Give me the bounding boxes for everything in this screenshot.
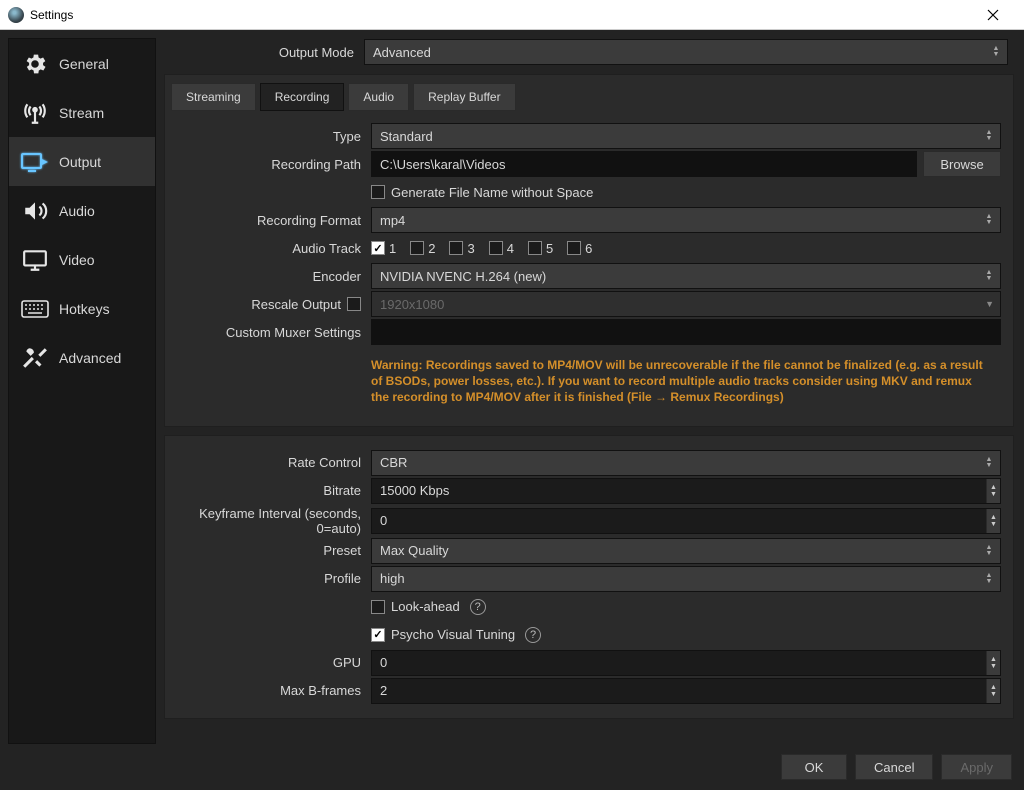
sidebar-item-audio[interactable]: Audio — [9, 186, 155, 235]
sidebar-item-label: Stream — [59, 105, 104, 121]
dialog-buttons: OK Cancel Apply — [781, 754, 1012, 780]
encoder-section: Rate Control CBR▲▼ Bitrate 15000 Kbps▲▼ … — [164, 435, 1014, 719]
speaker-icon — [21, 197, 49, 225]
mp4-warning-text: Warning: Recordings saved to MP4/MOV wil… — [371, 351, 1001, 416]
rescale-output-label: Rescale Output — [251, 297, 341, 312]
output-mode-label: Output Mode — [164, 45, 364, 60]
chevron-down-icon: ▼ — [985, 299, 994, 309]
psycho-visual-checkbox[interactable] — [371, 628, 385, 642]
lookahead-checkbox[interactable] — [371, 600, 385, 614]
number-spinner-icon[interactable]: ▲▼ — [986, 651, 1000, 675]
number-spinner-icon[interactable]: ▲▼ — [986, 679, 1000, 703]
sidebar-item-stream[interactable]: Stream — [9, 88, 155, 137]
type-label: Type — [171, 129, 371, 144]
profile-select[interactable]: high▲▼ — [371, 566, 1001, 592]
output-mode-value: Advanced — [373, 45, 431, 60]
app-logo-icon — [8, 7, 24, 23]
antenna-icon — [21, 99, 49, 127]
window-title: Settings — [30, 8, 73, 22]
sidebar-item-label: Output — [59, 154, 101, 170]
select-spinner-icon: ▲▼ — [982, 124, 996, 148]
rate-control-label: Rate Control — [171, 455, 371, 470]
lookahead-label: Look-ahead — [391, 599, 460, 614]
keyframe-label: Keyframe Interval (seconds, 0=auto) — [171, 506, 371, 536]
ok-button[interactable]: OK — [781, 754, 847, 780]
sidebar-item-label: Hotkeys — [59, 301, 110, 317]
sidebar-item-video[interactable]: Video — [9, 235, 155, 284]
sidebar-item-label: General — [59, 56, 109, 72]
audio-track-group: 1 2 3 4 5 6 — [371, 241, 1007, 256]
audio-track-label: Audio Track — [171, 241, 371, 256]
select-spinner-icon: ▲▼ — [982, 451, 996, 475]
help-icon[interactable]: ? — [470, 599, 486, 615]
recording-format-label: Recording Format — [171, 213, 371, 228]
content-area: Output Mode Advanced ▲▼ Streaming Record… — [164, 38, 1014, 744]
gen-filename-nospace-label: Generate File Name without Space — [391, 185, 593, 200]
gear-icon — [21, 50, 49, 78]
sidebar-item-hotkeys[interactable]: Hotkeys — [9, 284, 155, 333]
sidebar-item-label: Advanced — [59, 350, 121, 366]
sidebar-item-general[interactable]: General — [9, 39, 155, 88]
tab-replay-buffer[interactable]: Replay Buffer — [413, 83, 516, 111]
rate-control-select[interactable]: CBR▲▼ — [371, 450, 1001, 476]
recording-format-select[interactable]: mp4▲▼ — [371, 207, 1001, 233]
gpu-input[interactable]: 0▲▼ — [371, 650, 1001, 676]
browse-button[interactable]: Browse — [923, 151, 1001, 177]
bframes-input[interactable]: 2▲▼ — [371, 678, 1001, 704]
sidebar-item-label: Audio — [59, 203, 95, 219]
tab-streaming[interactable]: Streaming — [171, 83, 256, 111]
type-select[interactable]: Standard▲▼ — [371, 123, 1001, 149]
number-spinner-icon[interactable]: ▲▼ — [986, 509, 1000, 533]
select-spinner-icon: ▲▼ — [982, 264, 996, 288]
output-icon — [21, 148, 49, 176]
tab-audio[interactable]: Audio — [348, 83, 409, 111]
recording-path-label: Recording Path — [171, 157, 371, 172]
sidebar-item-label: Video — [59, 252, 95, 268]
audio-track-1-checkbox[interactable] — [371, 241, 385, 255]
bitrate-label: Bitrate — [171, 483, 371, 498]
audio-track-4-checkbox[interactable] — [489, 241, 503, 255]
monitor-icon — [21, 246, 49, 274]
tools-icon — [21, 344, 49, 372]
output-mode-row: Output Mode Advanced ▲▼ — [164, 38, 1014, 66]
audio-track-6-checkbox[interactable] — [567, 241, 581, 255]
help-icon[interactable]: ? — [525, 627, 541, 643]
audio-track-3-checkbox[interactable] — [449, 241, 463, 255]
sidebar-item-advanced[interactable]: Advanced — [9, 333, 155, 382]
bitrate-input[interactable]: 15000 Kbps▲▼ — [371, 478, 1001, 504]
audio-track-2-checkbox[interactable] — [410, 241, 424, 255]
select-spinner-icon: ▲▼ — [982, 567, 996, 591]
tab-recording[interactable]: Recording — [260, 83, 345, 111]
bframes-label: Max B-frames — [171, 683, 371, 698]
encoder-select[interactable]: NVIDIA NVENC H.264 (new)▲▼ — [371, 263, 1001, 289]
custom-muxer-label: Custom Muxer Settings — [171, 325, 371, 340]
output-mode-select[interactable]: Advanced ▲▼ — [364, 39, 1008, 65]
audio-track-5-checkbox[interactable] — [528, 241, 542, 255]
preset-label: Preset — [171, 543, 371, 558]
close-button[interactable] — [970, 0, 1016, 30]
custom-muxer-input[interactable] — [371, 319, 1001, 345]
sidebar: General Stream Output Audio Video — [8, 38, 156, 744]
recording-section: Streaming Recording Audio Replay Buffer … — [164, 74, 1014, 427]
recording-path-input[interactable]: C:\Users\karal\Videos — [371, 151, 917, 177]
cancel-button[interactable]: Cancel — [855, 754, 933, 780]
rescale-output-checkbox[interactable] — [347, 297, 361, 311]
encoder-label: Encoder — [171, 269, 371, 284]
rescale-output-select: 1920x1080▼ — [371, 291, 1001, 317]
psycho-visual-label: Psycho Visual Tuning — [391, 627, 515, 642]
titlebar: Settings — [0, 0, 1024, 30]
apply-button[interactable]: Apply — [941, 754, 1012, 780]
gpu-label: GPU — [171, 655, 371, 670]
select-spinner-icon: ▲▼ — [982, 208, 996, 232]
output-tabs: Streaming Recording Audio Replay Buffer — [171, 83, 1007, 111]
profile-label: Profile — [171, 571, 371, 586]
sidebar-item-output[interactable]: Output — [9, 137, 155, 186]
gen-filename-nospace-checkbox[interactable] — [371, 185, 385, 199]
keyboard-icon — [21, 295, 49, 323]
number-spinner-icon[interactable]: ▲▼ — [986, 479, 1000, 503]
select-spinner-icon: ▲▼ — [982, 539, 996, 563]
keyframe-input[interactable]: 0▲▼ — [371, 508, 1001, 534]
select-spinner-icon: ▲▼ — [989, 40, 1003, 64]
preset-select[interactable]: Max Quality▲▼ — [371, 538, 1001, 564]
